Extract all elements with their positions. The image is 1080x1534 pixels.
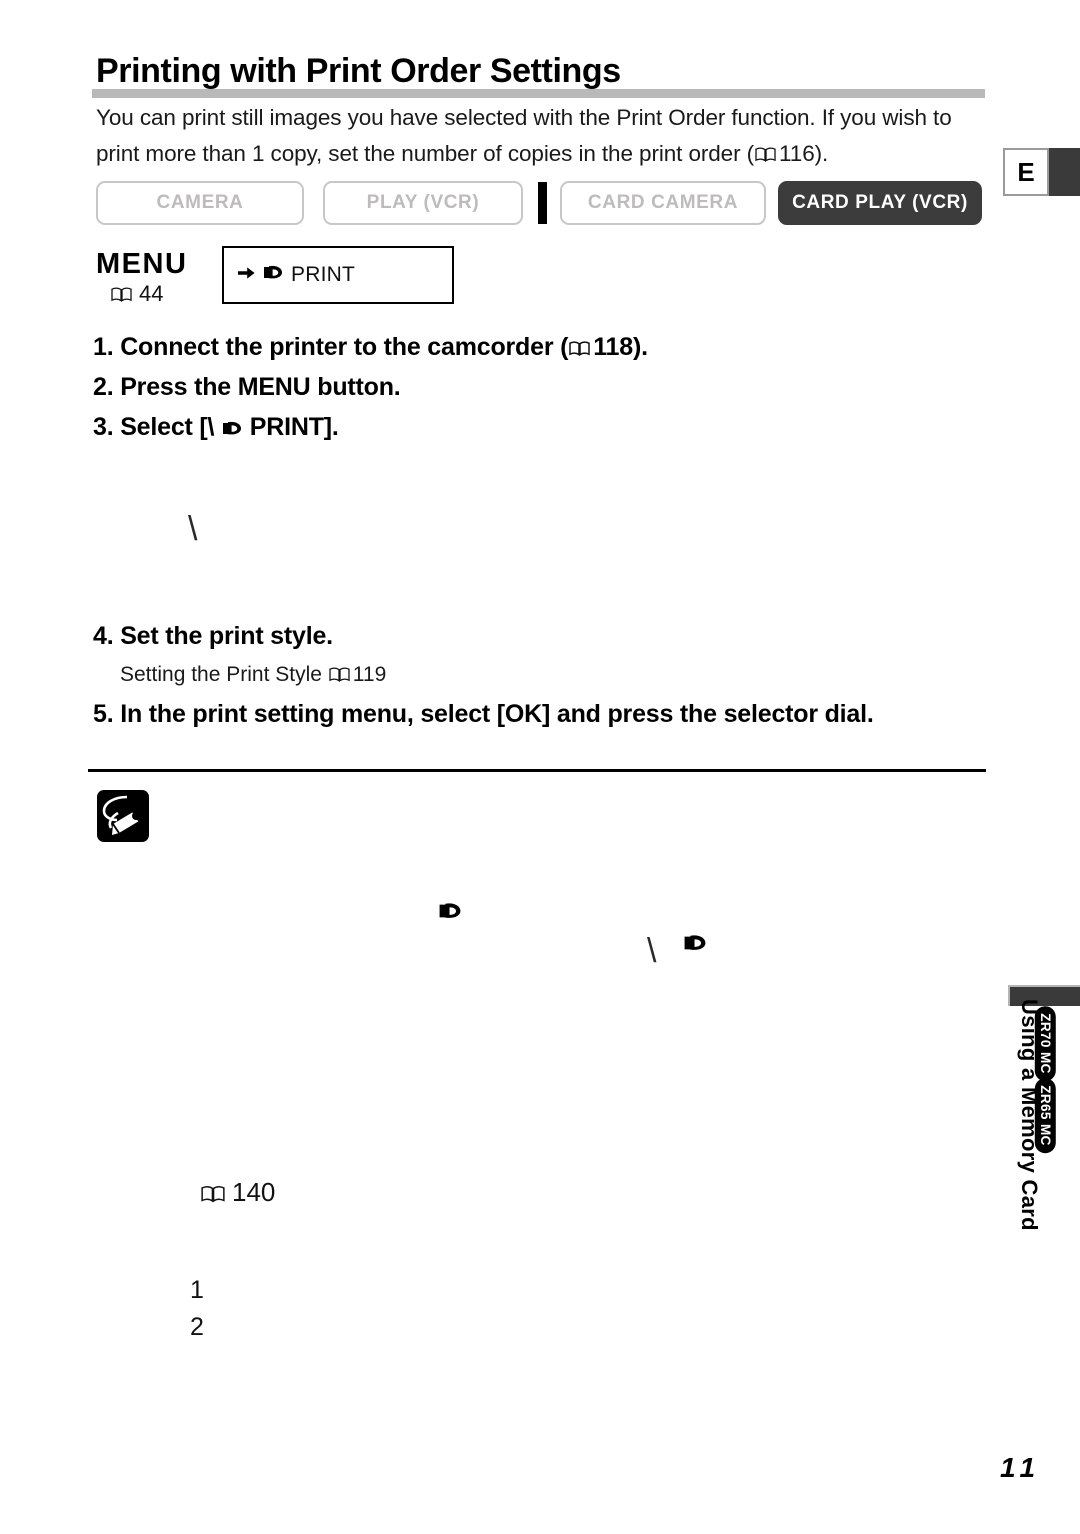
stray-print-order-icon	[437, 900, 463, 927]
mode-button-row: CAMERA PLAY (VCR) CARD CAMERA CARD PLAY …	[96, 181, 986, 225]
model-badge-zr65mc: ZR65 MC	[1034, 1078, 1056, 1153]
stray-backslash-glyph: \	[188, 510, 198, 548]
menu-item-print[interactable]: PRINT	[222, 246, 454, 304]
mode-button-card-camera-label: CARD CAMERA	[587, 192, 739, 213]
step-3: 3. Select [\ PRINT].	[93, 407, 983, 450]
mode-button-card-play-vcr-label: CARD PLAY (VCR)	[792, 192, 968, 213]
steps-list-lower: 4. Set the print style. Setting the Prin…	[93, 616, 993, 734]
menu-label: MENU	[96, 248, 188, 280]
step-1-number: 1.	[93, 333, 114, 361]
steps-list-upper: 1. Connect the printer to the camcorder …	[93, 327, 983, 450]
language-tab: E	[1003, 148, 1049, 196]
step-4: 4. Set the print style.	[93, 616, 993, 656]
mode-button-play-vcr[interactable]: PLAY (VCR)	[323, 181, 523, 225]
step-2-text: Press the MENU button.	[120, 373, 401, 401]
step-5: 5. In the print setting menu, select [OK…	[93, 694, 993, 734]
intro-page-ref: 116	[779, 141, 815, 166]
book-page-icon	[111, 287, 132, 302]
print-order-icon	[262, 263, 284, 287]
book-page-icon	[569, 341, 590, 356]
step-4-text: Set the print style.	[120, 622, 333, 650]
step-2: 2. Press the MENU button.	[93, 367, 983, 407]
mode-button-play-vcr-label: PLAY (VCR)	[366, 192, 480, 213]
intro-text-part2: ).	[814, 141, 829, 166]
step-1: 1. Connect the printer to the camcorder …	[93, 327, 983, 367]
step-5-text: In the print setting menu, select [OK] a…	[120, 700, 874, 728]
step-5-number: 5.	[93, 700, 114, 728]
mode-button-card-play-vcr[interactable]: CARD PLAY (VCR)	[778, 181, 982, 225]
book-page-icon	[329, 667, 350, 682]
language-tab-block	[1049, 148, 1080, 196]
mode-button-card-camera[interactable]: CARD CAMERA	[560, 181, 766, 225]
notes-separator-rule	[88, 769, 986, 772]
intro-paragraph: You can print still images you have sele…	[96, 100, 984, 172]
mode-group-divider	[538, 182, 547, 224]
step-1-page-ref: 118	[593, 333, 633, 361]
page-number: 11	[1000, 1452, 1042, 1483]
book-page-icon	[201, 1185, 225, 1203]
step-3-number: 3.	[93, 413, 114, 441]
menu-item-print-label: PRINT	[291, 263, 355, 286]
list-item: 1	[190, 1276, 204, 1304]
numbered-marker-list: 1 2	[190, 1272, 204, 1346]
step-1-text-after: ).	[632, 333, 648, 361]
step-4-subtext: Setting the Print Style 119	[93, 656, 993, 694]
print-order-icon	[221, 410, 243, 450]
step-3-text-before: Select [\	[120, 413, 215, 441]
right-arrow-icon	[238, 265, 255, 286]
stray-print-order-icon	[682, 932, 708, 959]
stray-backslash-glyph: \	[647, 932, 657, 970]
model-badge-zr70mc: ZR70 MC	[1034, 1006, 1056, 1081]
menu-page-number: 44	[139, 281, 164, 306]
step-4-number: 4.	[93, 622, 114, 650]
step-4-subtext-label: Setting the Print Style	[120, 663, 322, 686]
step-1-text-before: Connect the printer to the camcorder (	[120, 333, 569, 361]
mode-button-camera-label: CAMERA	[156, 192, 244, 213]
mode-button-camera[interactable]: CAMERA	[96, 181, 304, 225]
step-2-number: 2.	[93, 373, 114, 401]
menu-page-reference: 44	[110, 281, 163, 307]
book-page-icon	[755, 147, 776, 162]
notes-pencil-icon	[97, 790, 149, 842]
page-title: Printing with Print Order Settings	[96, 52, 621, 90]
list-item: 2	[190, 1313, 204, 1341]
page-reference-140-number: 140	[232, 1177, 276, 1207]
page-reference-140: 140	[200, 1177, 275, 1208]
step-3-text-after: PRINT].	[249, 413, 339, 441]
step-4-subtext-page-ref: 119	[352, 663, 387, 686]
